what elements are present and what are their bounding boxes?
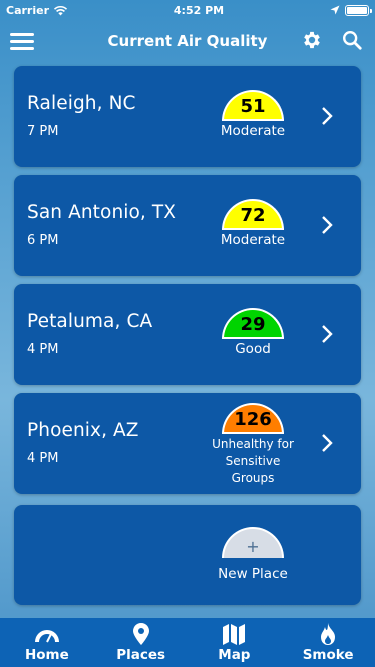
- aqi-value: 126: [222, 403, 284, 434]
- aqi-category: Moderate: [220, 232, 286, 248]
- gear-icon[interactable]: [301, 29, 323, 51]
- page-title: Current Air Quality: [107, 32, 268, 50]
- gauge-icon: [34, 630, 59, 643]
- status-right: [330, 4, 372, 16]
- aqi-gauge: 51 Moderate: [208, 90, 298, 140]
- tab-places[interactable]: Places: [106, 622, 176, 663]
- place-card-petaluma[interactable]: Petaluma, CA 4 PM 29 Good: [14, 284, 361, 385]
- reading-time: 4 PM: [27, 451, 59, 466]
- status-left: Carrier: [6, 4, 68, 17]
- new-place-button[interactable]: + New Place: [208, 527, 298, 583]
- map-icon: [223, 624, 246, 645]
- tab-home[interactable]: Home: [12, 622, 82, 663]
- tab-label: Smoke: [302, 647, 354, 663]
- tab-map[interactable]: Map: [199, 622, 269, 663]
- chevron-right-icon: [322, 216, 333, 234]
- aqi-value: 72: [222, 199, 284, 230]
- city-name: Raleigh, NC: [27, 93, 136, 114]
- aqi-value: 51: [222, 90, 284, 121]
- menu-icon[interactable]: [10, 30, 34, 52]
- aqi-gauge: 72 Moderate: [208, 199, 298, 249]
- reading-time: 7 PM: [27, 124, 59, 139]
- search-icon[interactable]: [341, 29, 363, 51]
- city-name: Phoenix, AZ: [27, 420, 139, 441]
- location-arrow-icon: [330, 5, 340, 15]
- place-card-san-antonio[interactable]: San Antonio, TX 6 PM 72 Moderate: [14, 175, 361, 276]
- status-bar: Carrier 4:52 PM: [0, 0, 375, 20]
- aqi-category: Moderate: [220, 123, 286, 139]
- aqi-category: Good: [235, 341, 271, 357]
- battery-icon: [345, 4, 372, 16]
- aqi-gauge: 29 Good: [208, 308, 298, 358]
- chevron-right-icon: [322, 434, 333, 452]
- wifi-icon: [53, 5, 68, 15]
- aqi-value: 29: [222, 308, 284, 339]
- city-name: San Antonio, TX: [27, 202, 177, 223]
- new-place-label: New Place: [218, 566, 288, 582]
- reading-time: 4 PM: [27, 342, 59, 357]
- tab-label: Home: [24, 647, 69, 663]
- aqi-category: Unhealthy for Sensitive Groups: [212, 437, 294, 485]
- tab-smoke[interactable]: Smoke: [293, 622, 363, 663]
- reading-time: 6 PM: [27, 233, 59, 248]
- place-card-phoenix[interactable]: Phoenix, AZ 4 PM 126 Unhealthy for Sensi…: [14, 393, 361, 494]
- tab-label: Map: [218, 647, 251, 663]
- fire-icon: [321, 623, 336, 645]
- chevron-right-icon: [322, 325, 333, 343]
- city-name: Petaluma, CA: [27, 311, 153, 332]
- add-icon: +: [222, 527, 284, 558]
- place-card-raleigh[interactable]: Raleigh, NC 7 PM 51 Moderate: [14, 66, 361, 167]
- aqi-gauge: 126 Unhealthy for Sensitive Groups: [208, 403, 298, 487]
- nav-bar: Current Air Quality: [0, 20, 375, 62]
- new-place-card[interactable]: + New Place: [14, 505, 361, 605]
- tab-bar: Home Places Map Smoke: [0, 618, 375, 667]
- location-pin-icon: [132, 623, 149, 645]
- status-time: 4:52 PM: [173, 3, 225, 17]
- tab-label: Places: [116, 647, 166, 663]
- chevron-right-icon: [322, 107, 333, 125]
- carrier-label: Carrier: [6, 3, 50, 17]
